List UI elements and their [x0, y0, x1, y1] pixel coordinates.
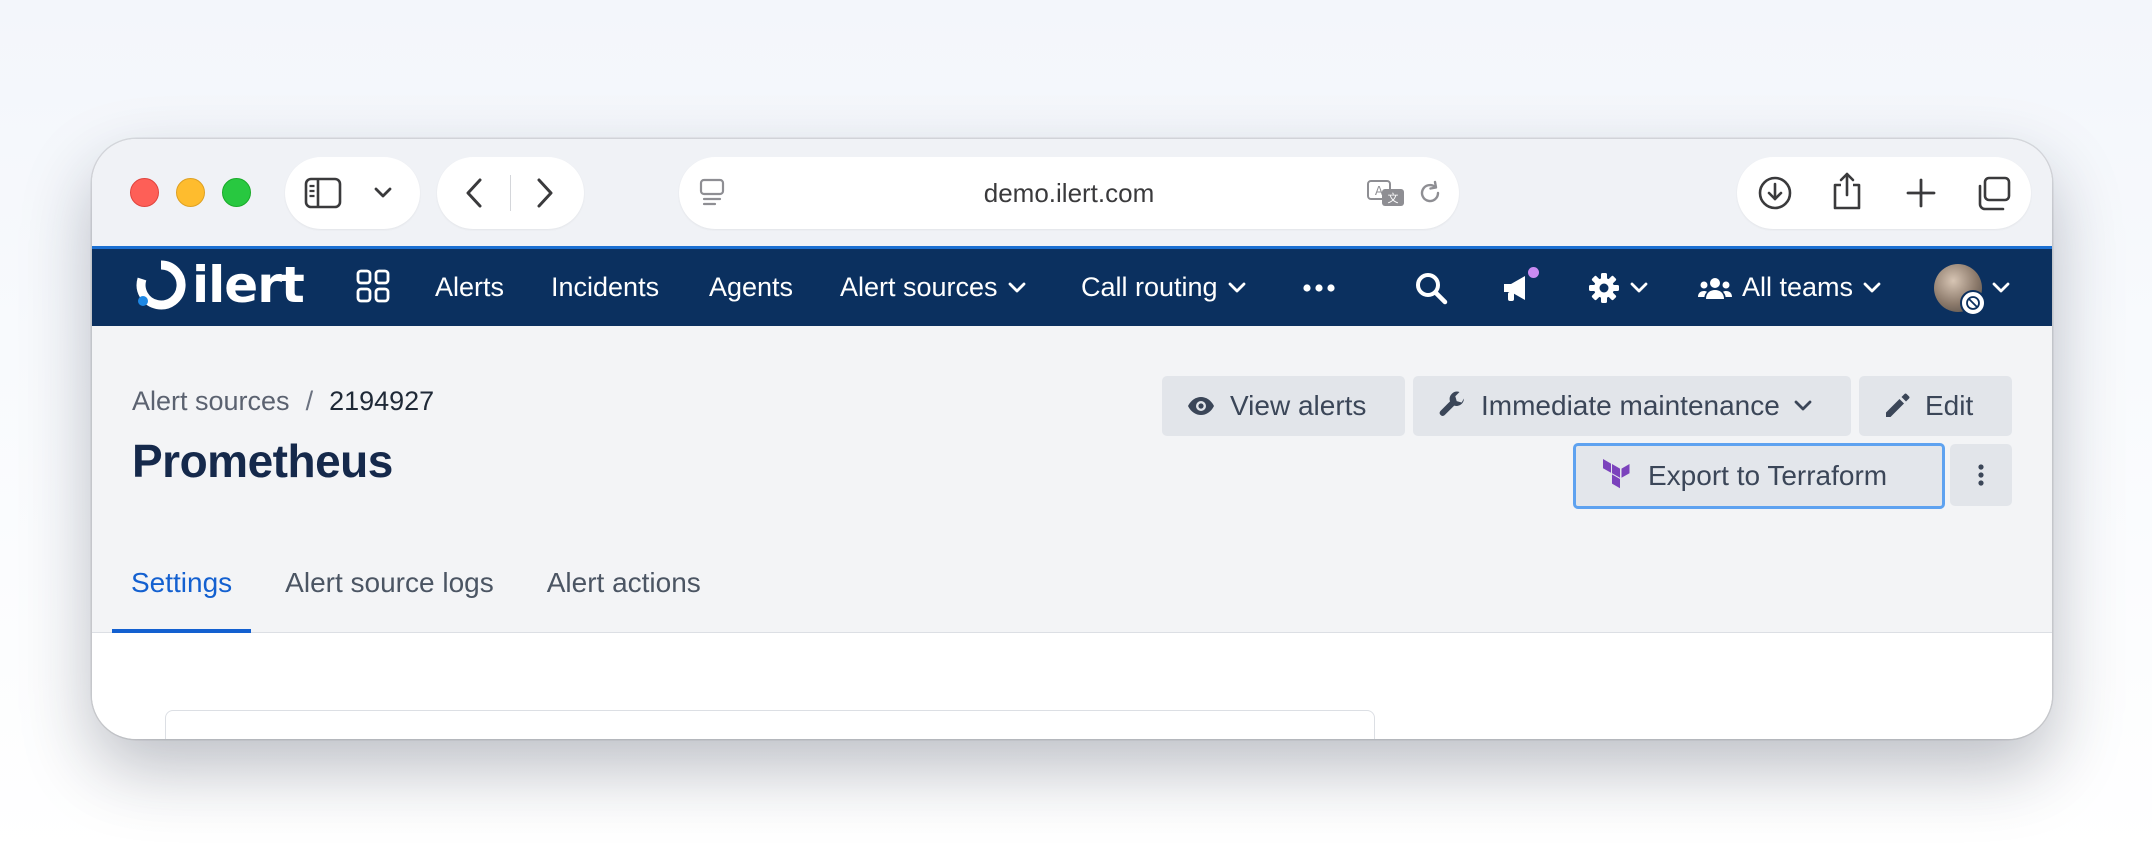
breadcrumb-alert-sources[interactable]: Alert sources	[132, 386, 290, 417]
tab-overview-icon[interactable]	[1973, 175, 2013, 213]
chevron-down-icon	[1992, 282, 2010, 292]
ilert-logo[interactable]: ilert	[136, 255, 305, 315]
nav-call-routing[interactable]: Call routing	[1081, 249, 1246, 326]
nav-agents[interactable]: Agents	[709, 249, 793, 326]
terraform-icon	[1603, 459, 1630, 489]
svg-text:文: 文	[1388, 191, 1399, 205]
breadcrumb: Alert sources / 2194927	[132, 386, 434, 417]
export-terraform-button[interactable]: Export to Terraform	[1573, 443, 1945, 509]
back-arrow-icon[interactable]	[459, 175, 489, 211]
view-alerts-button[interactable]: View alerts	[1162, 376, 1405, 436]
chevron-down-icon	[1863, 282, 1881, 292]
nav-alerts[interactable]: Alerts	[435, 249, 504, 326]
history-nav-group	[437, 157, 584, 229]
gear-icon	[1589, 272, 1619, 303]
nav-alert-sources[interactable]: Alert sources	[840, 249, 1026, 326]
breadcrumb-separator: /	[305, 386, 314, 416]
page-header: Alert sources / 2194927 Prometheus View …	[92, 326, 2052, 633]
sidebar-icon[interactable]	[303, 175, 343, 211]
url-text: demo.ilert.com	[983, 178, 1155, 208]
settings-card	[165, 710, 1375, 739]
browser-window: demo.ilert.com A文 ilert Alerts Incidents…	[92, 139, 2052, 739]
teams-selector[interactable]: All teams	[1698, 249, 1881, 326]
forward-arrow-icon[interactable]	[530, 175, 560, 211]
tab-alert-actions[interactable]: Alert actions	[528, 558, 720, 633]
new-tab-icon[interactable]	[1903, 175, 1939, 211]
chevron-down-icon	[1228, 282, 1245, 292]
browser-toolbar: demo.ilert.com A文	[92, 139, 2052, 246]
app-navbar: ilert Alerts Incidents Agents Alert sour…	[92, 246, 2052, 326]
close-window-button[interactable]	[130, 178, 159, 207]
edit-button[interactable]: Edit	[1859, 376, 2012, 436]
search-icon[interactable]	[1414, 249, 1448, 326]
pencil-icon	[1886, 393, 1910, 417]
nav-divider	[510, 175, 511, 211]
more-actions-button[interactable]	[1950, 444, 2012, 506]
kebab-menu-icon	[1978, 464, 1984, 486]
share-icon[interactable]	[1829, 171, 1865, 211]
tab-settings[interactable]: Settings	[112, 558, 252, 633]
avatar	[1934, 263, 1986, 316]
chevron-down-icon	[1630, 282, 1648, 292]
apps-grid-icon[interactable]	[356, 269, 390, 308]
chevron-down-icon	[1008, 282, 1025, 292]
do-not-disturb-icon	[1960, 289, 1986, 316]
address-bar[interactable]: demo.ilert.com A文	[679, 157, 1459, 229]
browser-actions-group	[1737, 157, 2031, 229]
eye-icon	[1188, 397, 1214, 415]
page-title: Prometheus	[132, 435, 393, 487]
chevron-down-icon[interactable]	[371, 183, 395, 203]
tabs: Settings Alert source logs Alert actions	[112, 558, 735, 633]
reload-icon[interactable]	[1414, 177, 1446, 209]
zoom-window-button[interactable]	[222, 178, 251, 207]
translate-icon[interactable]: A文	[1365, 177, 1407, 209]
logo-text: ilert	[192, 256, 305, 314]
page-content: Alert sources / 2194927 Prometheus View …	[92, 326, 2052, 739]
announcements-icon[interactable]	[1500, 249, 1539, 326]
chevron-down-icon	[1794, 400, 1812, 411]
tab-alert-source-logs[interactable]: Alert source logs	[266, 558, 513, 633]
user-menu[interactable]	[1934, 249, 2010, 326]
ilert-logo-icon	[136, 260, 186, 310]
more-menu-icon[interactable]	[1302, 249, 1336, 326]
settings-menu[interactable]	[1588, 249, 1648, 326]
breadcrumb-current: 2194927	[329, 386, 435, 416]
users-icon	[1698, 277, 1732, 299]
immediate-maintenance-button[interactable]: Immediate maintenance	[1413, 376, 1851, 436]
minimize-window-button[interactable]	[176, 178, 205, 207]
download-icon[interactable]	[1757, 175, 1793, 211]
notification-dot	[1528, 267, 1539, 278]
sidebar-toggle-group	[285, 157, 420, 229]
nav-incidents[interactable]: Incidents	[551, 249, 659, 326]
wrench-icon	[1439, 391, 1464, 416]
